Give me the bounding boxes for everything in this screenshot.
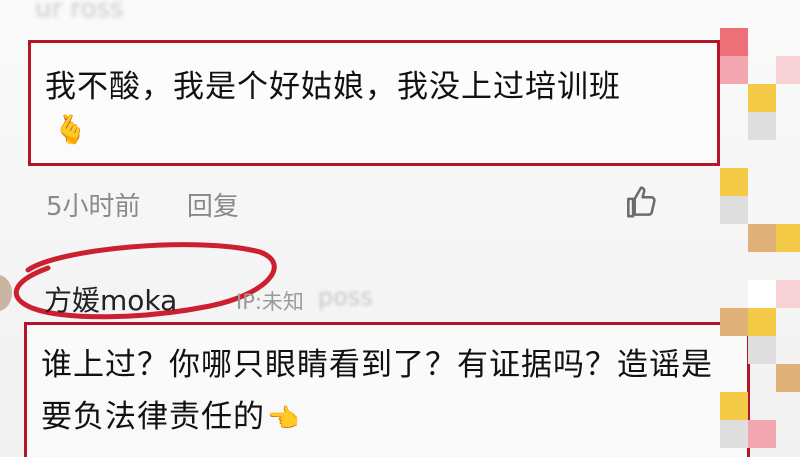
reply-button[interactable]: 回复	[187, 192, 239, 222]
mosaic-pixel	[748, 420, 776, 448]
heart-hand-emoji: 🫰	[53, 113, 88, 146]
comment-2-text-content: 谁上过？你哪只眼睛看到了？有证据吗？造谣是要负法律责任的	[41, 347, 713, 435]
comment-thread-screenshot: ur ross 我不酸，我是个好姑娘，我没上过培训班 🫰 5小时前 回复 方媛m…	[0, 0, 800, 457]
comment-1-text: 我不酸，我是个好姑娘，我没上过培训班	[45, 61, 621, 106]
mosaic-pixel	[776, 224, 800, 252]
mosaic-pixel	[720, 56, 748, 84]
mosaic-pixel	[748, 112, 776, 140]
comment-2-text: 谁上过？你哪只眼睛看到了？有证据吗？造谣是要负法律责任的👈	[41, 339, 741, 445]
mosaic-pixel	[720, 28, 748, 56]
mosaic-pixel	[776, 56, 800, 84]
mosaic-pixel	[748, 308, 776, 336]
comment-1-meta: 5小时前 回复	[46, 186, 239, 223]
thumbs-up-icon[interactable]	[622, 183, 660, 221]
mosaic-pixel	[776, 364, 800, 392]
comment-2-ip: IP:未知	[236, 286, 304, 316]
mosaic-pixel	[720, 420, 748, 448]
comment-1-time: 5小时前	[46, 192, 141, 222]
comment-2-highlight-box: 谁上过？你哪只眼睛看到了？有证据吗？造谣是要负法律责任的👈	[24, 322, 750, 457]
mosaic-pixel	[720, 392, 748, 420]
mosaic-pixel	[720, 308, 748, 336]
mosaic-pixel	[748, 224, 776, 252]
mosaic-pixel	[776, 280, 800, 308]
blurred-header-text: ur ross	[35, 0, 395, 30]
mosaic-pixel	[748, 336, 776, 364]
pointing-hand-emoji: 👈	[267, 393, 300, 445]
mosaic-pixel	[720, 168, 748, 196]
mosaic-pixel	[748, 84, 776, 112]
mosaic-pixel	[720, 196, 748, 224]
comment-1-highlight-box: 我不酸，我是个好姑娘，我没上过培训班 🫰	[28, 40, 720, 166]
pixel-mosaic-overlay	[720, 0, 800, 457]
comment-2-username[interactable]: 方媛moka	[44, 279, 177, 319]
blurred-mention: poss	[318, 283, 373, 311]
mosaic-pixel	[748, 280, 776, 308]
